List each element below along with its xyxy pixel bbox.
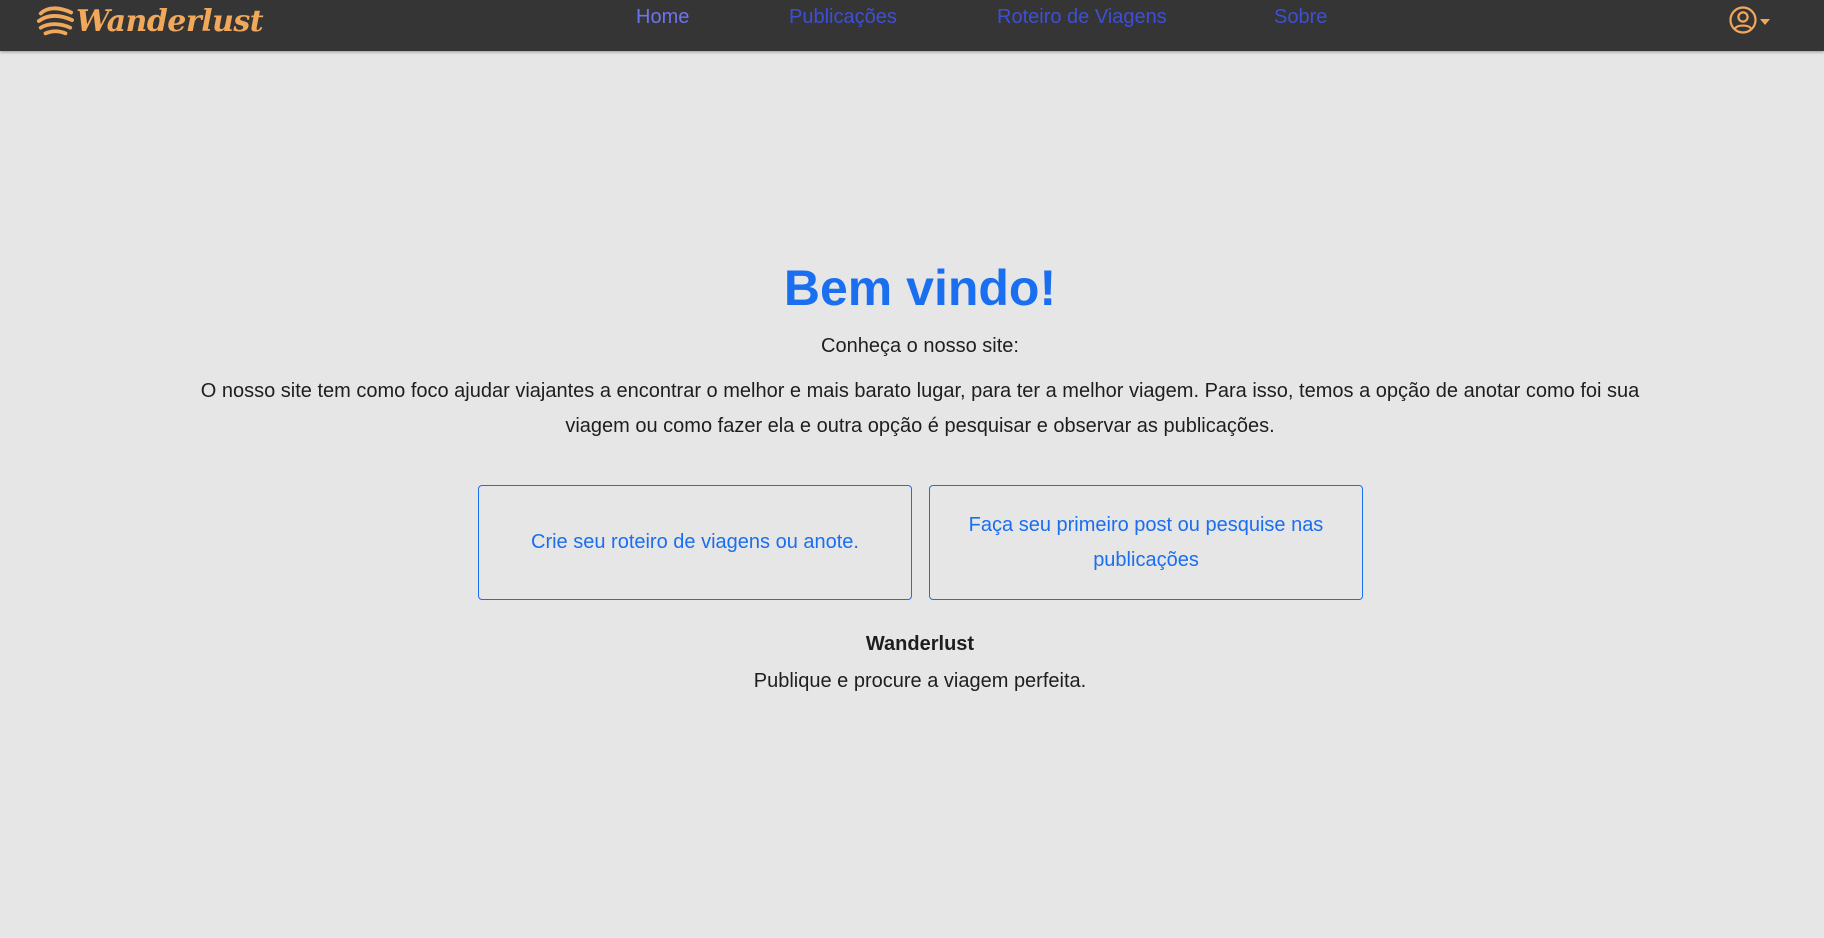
first-post-button[interactable]: Faça seu primeiro post ou pesquise nas p… — [929, 485, 1363, 600]
logo-wave — [36, 14, 74, 23]
logo-wave — [38, 6, 74, 16]
user-icon-body — [1733, 24, 1753, 30]
create-itinerary-button[interactable]: Crie seu roteiro de viagens ou anote. — [478, 485, 912, 600]
page-title: Bem vindo! — [783, 260, 1057, 316]
caret-shape — [1760, 19, 1770, 25]
footer-brand-name: Wanderlust — [865, 633, 975, 655]
user-icon-ring — [1729, 6, 1757, 34]
main-content: Bem vindo! Conheça o nosso site: O nosso… — [0, 51, 1824, 938]
logo-text: Wanderlust — [76, 4, 264, 39]
top-navbar: Wanderlust Home Publicações Roteiro de V… — [0, 0, 1824, 51]
logo-wave — [43, 29, 68, 36]
caret-down-icon — [1760, 19, 1770, 25]
user-circle-icon — [1729, 6, 1757, 34]
nav-link-roteiro-de-viagens[interactable]: Roteiro de Viagens — [997, 5, 1167, 29]
nav-link-sobre[interactable]: Sobre — [1274, 5, 1327, 29]
user-menu-toggle[interactable] — [1728, 5, 1770, 35]
nav-link-publicacoes[interactable]: Publicações — [789, 5, 897, 29]
footer-tagline: Publique e procure a viagem perfeita. — [753, 670, 1087, 692]
user-icon-head — [1737, 11, 1749, 23]
nav-link-home[interactable]: Home — [636, 5, 689, 29]
site-description: O nosso site tem como foco ajudar viajan… — [200, 380, 1640, 437]
brand-logo[interactable]: Wanderlust — [36, 2, 264, 42]
logo-wave — [38, 22, 73, 30]
page-subtitle: Conheça o nosso site: — [821, 335, 1019, 357]
waves-logo-icon — [36, 6, 74, 36]
